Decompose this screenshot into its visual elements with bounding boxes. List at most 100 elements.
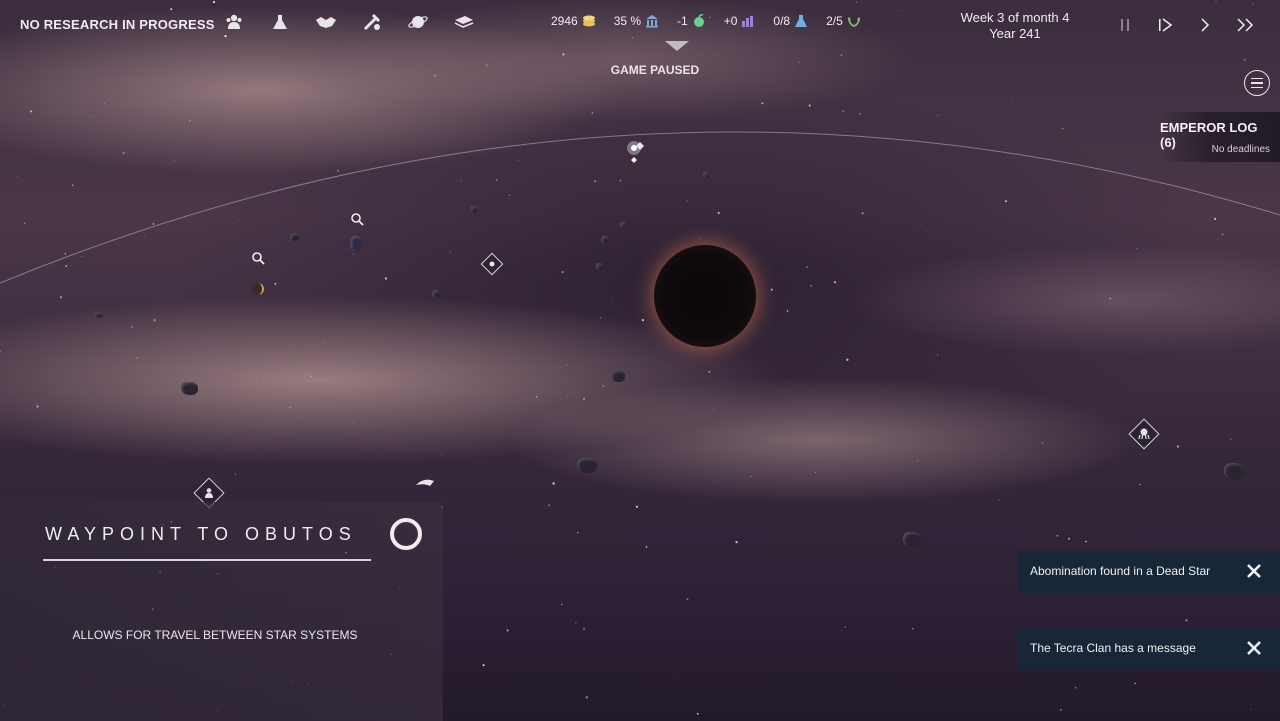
star — [1214, 217, 1217, 220]
star — [1139, 483, 1141, 486]
star — [274, 282, 277, 285]
asteroid[interactable] — [601, 236, 609, 244]
asteroid[interactable] — [432, 290, 440, 298]
resource-influence[interactable]: 2/5 — [826, 14, 861, 28]
fleet-marker[interactable] — [624, 138, 648, 169]
asteroid[interactable] — [611, 370, 625, 382]
star — [0, 350, 1, 353]
star — [583, 628, 585, 630]
scan-magnifier-icon[interactable] — [350, 212, 364, 226]
star — [1109, 297, 1111, 300]
resource-approval[interactable]: 35 % — [614, 14, 659, 28]
asteroid[interactable] — [703, 172, 709, 178]
resource-industry-value: +0 — [723, 14, 738, 28]
fastest-forward-button[interactable] — [1234, 14, 1256, 36]
star — [1221, 233, 1224, 235]
diplomacy-handshake-icon[interactable] — [314, 12, 338, 32]
star — [936, 354, 939, 356]
star — [384, 277, 388, 280]
star — [786, 310, 789, 312]
star — [627, 403, 629, 405]
star — [324, 341, 325, 343]
star — [1041, 442, 1044, 444]
star — [535, 395, 538, 398]
star — [71, 184, 74, 186]
asteroid[interactable] — [620, 222, 626, 228]
asteroid[interactable] — [181, 382, 198, 395]
notification-card[interactable]: Abomination found in a Dead Star — [1018, 551, 1280, 593]
star — [809, 284, 813, 287]
star — [566, 364, 568, 366]
asteroid[interactable] — [577, 458, 597, 473]
waypoint-ring-icon[interactable] — [390, 518, 422, 550]
top-menu-icons — [222, 12, 476, 32]
book-icon[interactable] — [452, 12, 476, 32]
resource-research[interactable]: 0/8 — [773, 14, 808, 28]
asteroid[interactable] — [290, 233, 299, 241]
notification-card[interactable]: The Tecra Clan has a message — [1018, 628, 1280, 670]
star — [143, 236, 145, 237]
star — [798, 61, 800, 63]
asteroid[interactable] — [903, 532, 921, 548]
play-button[interactable] — [1154, 14, 1176, 36]
star — [562, 53, 565, 56]
resource-approval-value: 35 % — [613, 14, 642, 28]
asteroid[interactable] — [1224, 463, 1244, 480]
star — [686, 597, 689, 601]
asteroid[interactable] — [596, 263, 603, 270]
asteroid[interactable] — [350, 236, 362, 252]
star — [645, 546, 648, 548]
black-hole[interactable] — [654, 245, 756, 347]
star — [602, 385, 605, 388]
star — [594, 180, 597, 183]
star — [65, 265, 67, 267]
industry-icon — [741, 14, 755, 28]
star — [508, 204, 510, 205]
emperor-log[interactable]: EMPEROR LOG (6) No deadlines — [1160, 112, 1280, 162]
main-menu-button[interactable] — [1244, 70, 1270, 96]
pause-button[interactable] — [1114, 14, 1136, 36]
star — [611, 298, 613, 300]
star — [374, 88, 376, 90]
anomaly-symbol — [488, 260, 496, 268]
asteroid[interactable] — [470, 206, 477, 213]
star — [699, 237, 701, 239]
close-icon[interactable] — [1244, 561, 1264, 581]
star — [153, 319, 156, 322]
tools-icon[interactable] — [360, 12, 384, 32]
game-paused-label: GAME PAUSED — [610, 63, 700, 77]
asteroid[interactable] — [94, 312, 103, 318]
star — [761, 102, 764, 105]
resource-credits[interactable]: 2946 — [551, 14, 596, 28]
top-bar: NO RESEARCH IN PROGRESS 2946 35 % -1 +0 … — [0, 0, 1280, 48]
star — [496, 179, 498, 181]
star — [419, 367, 420, 369]
close-icon[interactable] — [1244, 638, 1264, 658]
anomaly-marker-icon[interactable] — [480, 252, 504, 276]
star — [844, 626, 846, 628]
resource-influence-value: 2/5 — [826, 14, 843, 28]
resource-food[interactable]: -1 — [677, 14, 706, 28]
scan-magnifier-icon[interactable] — [251, 251, 265, 265]
approval-building-icon — [645, 14, 659, 28]
planet-icon[interactable] — [251, 281, 265, 302]
fast-forward-button[interactable] — [1194, 14, 1216, 36]
star — [842, 110, 845, 113]
menu-line — [1251, 77, 1263, 80]
star — [1243, 58, 1246, 61]
star — [1085, 540, 1087, 543]
star — [60, 296, 62, 299]
star — [460, 180, 462, 182]
population-icon[interactable] — [222, 12, 246, 32]
ship-icon[interactable] — [414, 476, 436, 494]
title-divider — [43, 559, 371, 561]
tecra-clan-marker-icon[interactable] — [1128, 418, 1160, 450]
star — [104, 103, 106, 105]
research-status[interactable]: NO RESEARCH IN PROGRESS — [20, 17, 215, 32]
star — [485, 64, 488, 66]
planet-icon[interactable] — [406, 12, 430, 32]
resource-food-value: -1 — [677, 14, 688, 28]
resource-industry[interactable]: +0 — [724, 14, 756, 28]
science-flask-icon[interactable] — [268, 12, 292, 32]
star — [1068, 537, 1071, 540]
